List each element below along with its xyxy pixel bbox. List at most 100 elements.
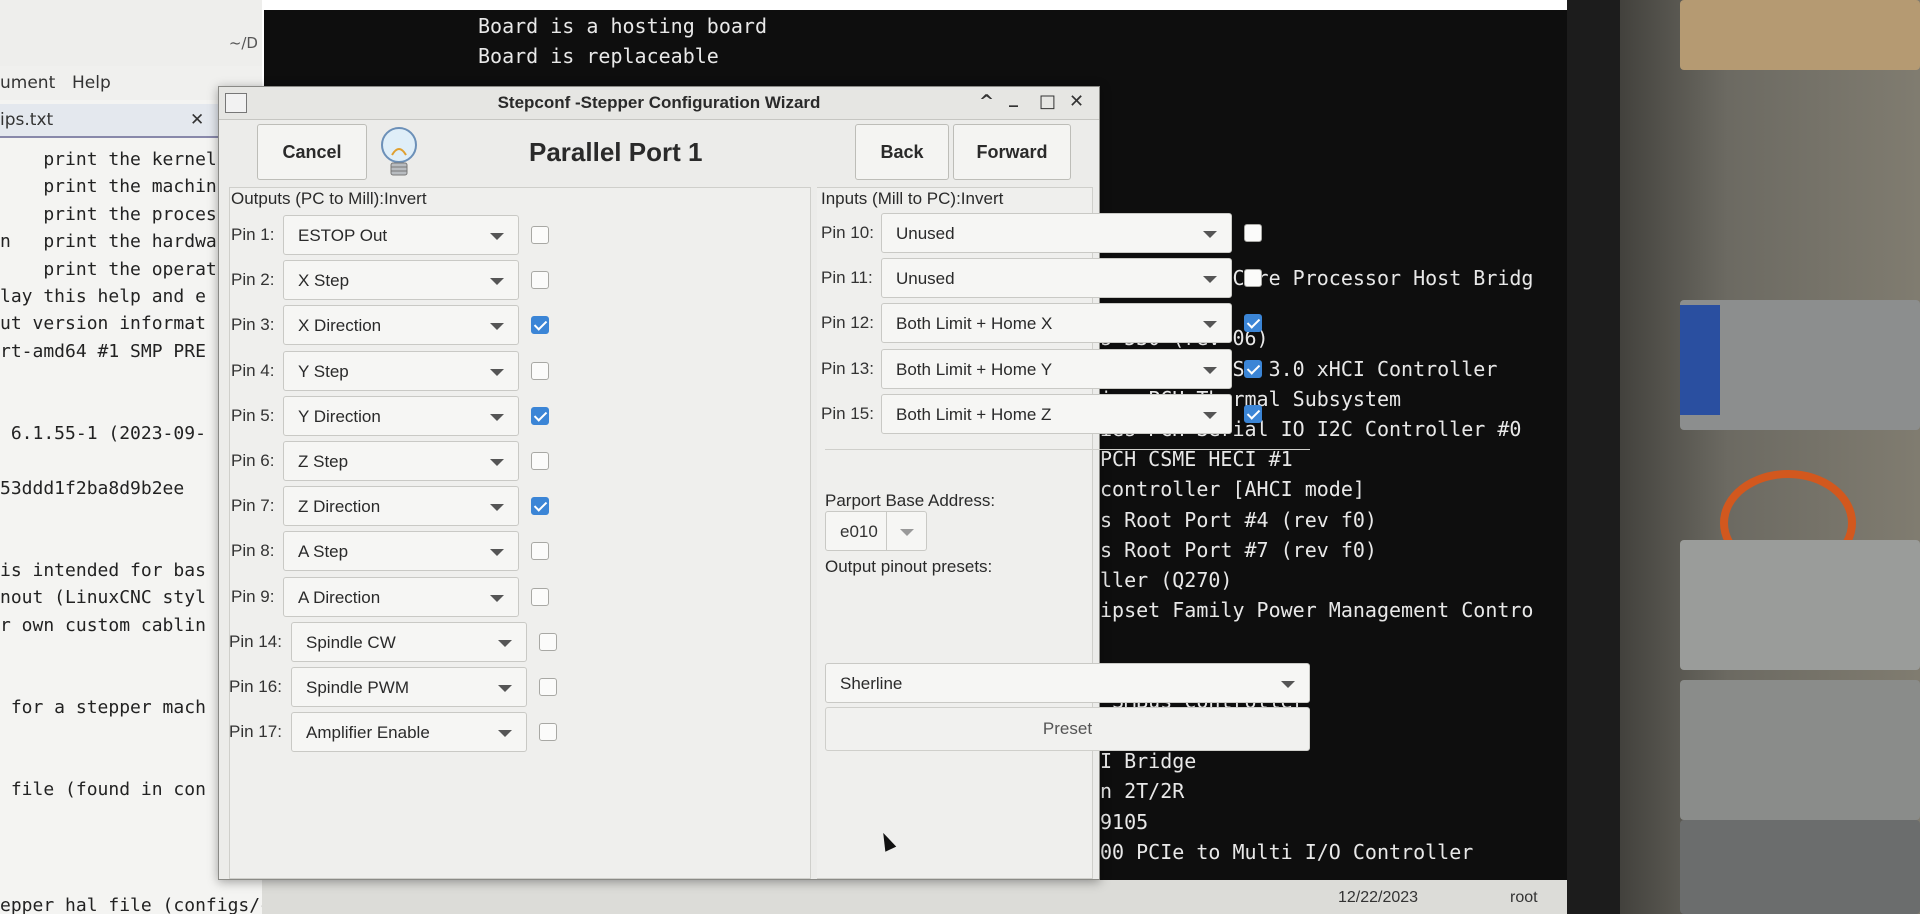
chevron-down-icon[interactable]: [1203, 366, 1217, 374]
chevron-down-icon[interactable]: [490, 504, 504, 512]
invert-checkbox[interactable]: [1244, 314, 1262, 333]
editor-tab-label: ips.txt: [0, 110, 54, 130]
combo-separator: [886, 512, 887, 550]
chevron-down-icon[interactable]: [490, 594, 504, 602]
shade-button[interactable]: ^: [979, 91, 994, 112]
pin-function-select[interactable]: Both Limit + Home Y: [881, 348, 1232, 389]
chevron-down-icon[interactable]: [490, 368, 504, 376]
maximize-button[interactable]: □: [1039, 91, 1056, 112]
pin-function-select[interactable]: Spindle CW: [291, 621, 527, 662]
chevron-down-icon[interactable]: [490, 549, 504, 557]
editor-line: ut version informat: [0, 313, 206, 335]
editor-tab[interactable]: ips.txt ✕: [0, 104, 222, 138]
chevron-down-icon[interactable]: [498, 639, 512, 647]
pin-function-value: Spindle PWM: [306, 678, 409, 697]
menu-item-help[interactable]: Help: [72, 73, 111, 93]
invert-checkbox[interactable]: [531, 452, 549, 470]
pin-function-select[interactable]: Spindle PWM: [291, 667, 527, 707]
close-icon[interactable]: ✕: [190, 110, 204, 130]
invert-checkbox[interactable]: [1244, 404, 1262, 423]
pin-function-select[interactable]: Unused: [881, 213, 1232, 253]
pin-function-value: Unused: [896, 224, 955, 243]
parport-address-value: e010: [840, 522, 878, 541]
output-pin-row: Pin 8: A Step: [231, 531, 559, 572]
status-strip: 12/22/2023 root: [262, 880, 1567, 914]
invert-checkbox[interactable]: [531, 497, 549, 516]
menu-item-document[interactable]: ument: [0, 73, 55, 93]
chevron-down-icon[interactable]: [498, 730, 512, 738]
invert-checkbox[interactable]: [531, 271, 549, 290]
parport-address-combo[interactable]: e010: [825, 511, 927, 551]
forward-button[interactable]: Forward: [953, 124, 1071, 180]
pin-function-select[interactable]: X Direction: [283, 305, 519, 346]
pin-function-value: A Step: [298, 542, 349, 562]
editor-line: nout (LinuxCNC styl: [0, 587, 206, 609]
pin-function-select[interactable]: Z Step: [283, 441, 519, 481]
pin-function-select[interactable]: Both Limit + Home X: [881, 303, 1232, 344]
back-button[interactable]: Back: [855, 124, 949, 180]
chevron-down-icon[interactable]: [490, 413, 504, 421]
terminal-line: s Root Port #4 (rev f0): [1100, 507, 1377, 532]
editor-text-area[interactable]: print the kernel print the machin print …: [0, 146, 217, 803]
invert-checkbox[interactable]: [1244, 224, 1262, 242]
pin-function-select[interactable]: X Step: [283, 260, 519, 301]
chevron-down-icon[interactable]: [498, 685, 512, 692]
output-pin-row: Pin 16: Spindle PWM: [229, 667, 557, 707]
invert-checkbox[interactable]: [531, 316, 549, 335]
chevron-down-icon[interactable]: [490, 323, 504, 331]
shelf-bin: [1680, 305, 1720, 415]
output-pin-row: Pin 4: Y Step: [231, 350, 559, 391]
chevron-down-icon[interactable]: [1203, 321, 1217, 329]
terminal-line: ller (Q270): [1100, 568, 1233, 592]
chevron-down-icon[interactable]: [490, 459, 504, 466]
invert-checkbox[interactable]: [1244, 269, 1262, 288]
chevron-down-icon[interactable]: [1203, 276, 1217, 284]
presets-label: Output pinout presets:: [825, 557, 993, 576]
chevron-down-icon[interactable]: [1203, 231, 1217, 238]
invert-checkbox[interactable]: [531, 542, 549, 561]
cancel-button[interactable]: Cancel: [257, 124, 367, 180]
presets-combo[interactable]: Sherline: [825, 663, 1310, 703]
pin-function-select[interactable]: A Direction: [283, 576, 519, 617]
minimize-button[interactable]: _: [1009, 87, 1018, 108]
preset-button[interactable]: Preset: [825, 707, 1310, 751]
invert-checkbox[interactable]: [531, 587, 549, 606]
invert-checkbox[interactable]: [531, 226, 549, 244]
close-button[interactable]: ✕: [1069, 91, 1084, 112]
pin-label: Pin 16:: [229, 677, 282, 696]
invert-checkbox[interactable]: [539, 632, 557, 651]
chevron-down-icon[interactable]: [490, 278, 504, 286]
pin-label: Pin 12:: [821, 313, 874, 333]
editor-line: print the machin: [0, 176, 217, 198]
pin-function-select[interactable]: Z Direction: [283, 486, 519, 527]
chevron-down-icon[interactable]: [1203, 411, 1217, 419]
invert-checkbox[interactable]: [539, 678, 557, 696]
pin-function-select[interactable]: Y Step: [283, 350, 519, 391]
invert-checkbox[interactable]: [531, 406, 549, 425]
invert-checkbox[interactable]: [531, 361, 549, 380]
invert-checkbox[interactable]: [1244, 359, 1262, 378]
dialog-titlebar[interactable]: Stepconf -Stepper Configuration Wizard ^…: [219, 87, 1099, 120]
pin-function-select[interactable]: ESTOP Out: [283, 215, 519, 255]
editor-path: ~/D: [228, 34, 258, 52]
monitor-bezel: [1560, 0, 1620, 914]
chevron-down-icon[interactable]: [900, 529, 914, 536]
pin-function-select[interactable]: Unused: [881, 258, 1232, 299]
pin-label: Pin 13:: [821, 358, 874, 378]
chevron-down-icon[interactable]: [490, 233, 504, 240]
pin-function-select[interactable]: A Step: [283, 531, 519, 572]
stepconf-dialog: Stepconf -Stepper Configuration Wizard ^…: [218, 86, 1310, 880]
chevron-down-icon[interactable]: [1281, 681, 1295, 688]
pin-function-select[interactable]: Amplifier Enable: [291, 712, 527, 753]
status-date: 12/22/2023: [1338, 889, 1419, 906]
output-pin-row: Pin 9: A Direction: [231, 576, 559, 617]
pin-label: Pin 14:: [229, 631, 282, 651]
pin-function-select[interactable]: Both Limit + Home Z: [881, 393, 1232, 434]
invert-checkbox[interactable]: [539, 723, 557, 742]
pin-function-select[interactable]: Y Direction: [283, 395, 519, 436]
